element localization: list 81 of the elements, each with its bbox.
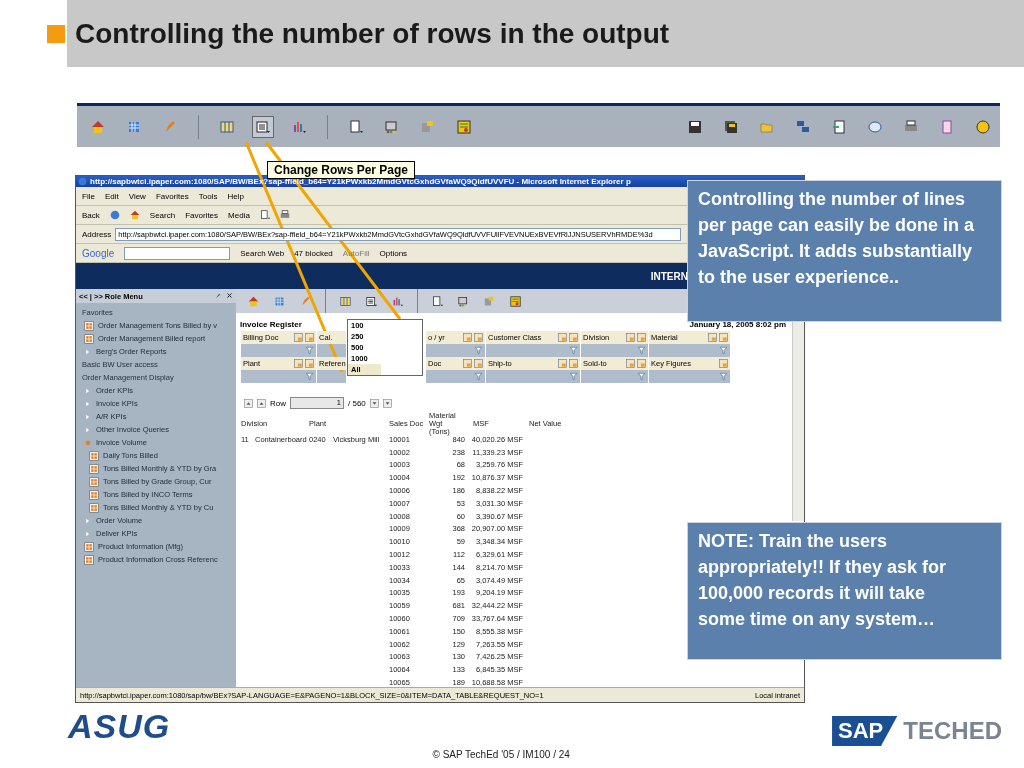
menu-item[interactable]: Tools bbox=[198, 191, 218, 201]
row-label: Row bbox=[270, 398, 286, 408]
book-icon bbox=[940, 119, 954, 134]
spreadsheet-icon bbox=[510, 295, 521, 307]
home-icon bbox=[91, 119, 105, 134]
report-title: Invoice Register bbox=[240, 320, 302, 329]
menu-item[interactable]: View bbox=[128, 191, 146, 201]
table-icon bbox=[340, 295, 351, 307]
menu-item[interactable]: Favorites bbox=[155, 191, 189, 201]
expanded-icon bbox=[84, 438, 92, 447]
save-icon bbox=[688, 119, 702, 134]
mail-icon bbox=[259, 210, 270, 220]
report-icon bbox=[89, 502, 99, 513]
bar-chart-icon bbox=[392, 295, 403, 307]
document-icon bbox=[349, 119, 363, 134]
report-icon bbox=[89, 450, 99, 461]
printer-icon bbox=[904, 119, 918, 134]
collapsed-icon bbox=[84, 347, 92, 356]
printer-icon bbox=[279, 210, 290, 220]
search-button[interactable]: Search bbox=[149, 210, 176, 220]
tooltip: Change Rows Per Page bbox=[267, 161, 416, 179]
rows-list-icon bbox=[256, 119, 270, 134]
asug-logo: ASUG bbox=[68, 707, 171, 746]
banner-text: INTERN bbox=[650, 270, 688, 282]
bar-chart-icon bbox=[292, 119, 306, 134]
scrollbar[interactable] bbox=[792, 321, 804, 521]
report-icon bbox=[84, 554, 94, 565]
teched-logo: TECHED bbox=[903, 717, 1002, 745]
report-icon bbox=[89, 489, 99, 500]
media-button[interactable]: Media bbox=[228, 210, 250, 220]
address-label: Address bbox=[82, 229, 112, 239]
browser-icon bbox=[78, 177, 87, 186]
help-icon bbox=[976, 119, 990, 134]
favorites-button[interactable]: Favorites bbox=[185, 210, 219, 220]
export-icon bbox=[832, 119, 846, 134]
network-icon bbox=[796, 119, 810, 134]
stop-icon bbox=[109, 210, 120, 220]
pencil-icon bbox=[300, 295, 311, 307]
rows-list-icon bbox=[366, 295, 377, 307]
home-icon bbox=[129, 210, 140, 220]
document-icon bbox=[432, 295, 443, 307]
window-icon bbox=[484, 295, 495, 307]
toolbar-button[interactable] bbox=[252, 115, 274, 138]
report-icon bbox=[84, 541, 94, 552]
report-icon bbox=[89, 463, 99, 474]
last-page-icon bbox=[382, 398, 392, 408]
report-icon bbox=[89, 476, 99, 487]
popup-blocker-button[interactable]: 47 blocked bbox=[294, 248, 333, 258]
window-icon bbox=[421, 119, 435, 134]
slide-title: Controlling the number of rows in the output bbox=[75, 17, 670, 50]
row-total: / 560 bbox=[348, 398, 366, 408]
menu-item[interactable]: Edit bbox=[104, 191, 119, 201]
google-search-field[interactable] bbox=[124, 246, 231, 260]
next-page-icon bbox=[369, 398, 379, 408]
report-icon bbox=[84, 320, 94, 331]
menu-item[interactable]: File bbox=[82, 191, 95, 201]
back-button[interactable]: Back bbox=[82, 210, 100, 220]
monitor-icon bbox=[385, 119, 399, 134]
google-logo: Google bbox=[82, 247, 115, 259]
monitor-icon bbox=[458, 295, 469, 307]
report-date: January 18, 2005 8:02 pm bbox=[689, 320, 786, 329]
pencil-icon bbox=[163, 119, 177, 134]
first-page-icon bbox=[244, 398, 253, 408]
callout: Controlling the number of lines per page can easily be done in a JavaScript. It adds substantially to the user experience.. bbox=[687, 180, 1002, 322]
sap-logo: SAP bbox=[832, 716, 898, 746]
save-all-icon bbox=[724, 119, 738, 134]
pin-icon bbox=[214, 292, 222, 300]
table-icon bbox=[220, 119, 234, 134]
calendar-icon bbox=[127, 119, 141, 134]
search-web-button[interactable]: Search Web bbox=[240, 248, 285, 258]
close-icon bbox=[226, 292, 233, 299]
spreadsheet-icon bbox=[457, 119, 471, 134]
menu-item[interactable]: Help bbox=[227, 191, 244, 201]
report-icon bbox=[84, 333, 94, 344]
options-button[interactable]: Options bbox=[379, 248, 408, 258]
home-icon bbox=[248, 295, 259, 307]
calendar-icon bbox=[274, 295, 285, 307]
previous-page-icon bbox=[257, 398, 266, 408]
title-marker bbox=[47, 24, 65, 43]
callout: NOTE: Train the users appropriately!! If they ask for 100,000 records it will take some time on any system… bbox=[687, 522, 1002, 660]
copyright: © SAP TechEd '05 / IM100 / 24 bbox=[432, 749, 570, 760]
